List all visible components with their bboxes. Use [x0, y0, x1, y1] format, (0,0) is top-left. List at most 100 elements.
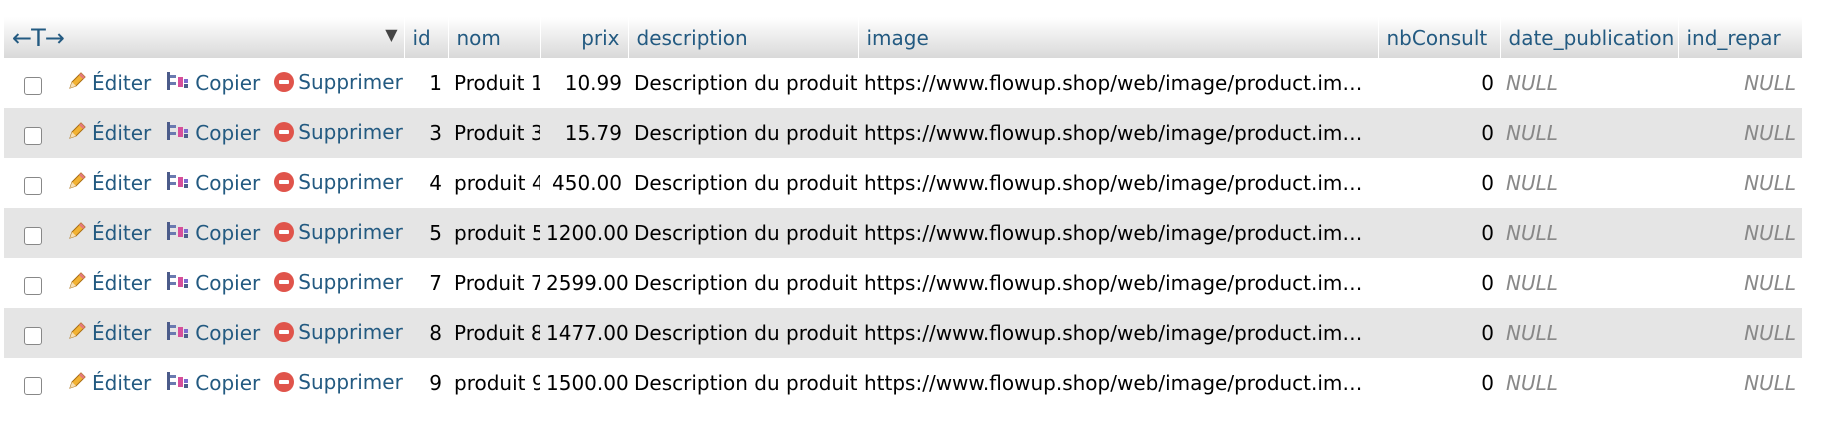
column-resize-arrows-icon[interactable]: ←T→	[12, 24, 65, 52]
cell-description[interactable]: Description du produit 9	[628, 358, 858, 408]
cell-id[interactable]: 8	[404, 308, 448, 358]
delete-link[interactable]: Supprimer	[274, 370, 403, 394]
delete-link[interactable]: Supprimer	[274, 220, 403, 244]
cell-nom[interactable]: Produit 7	[448, 258, 540, 308]
delete-link[interactable]: Supprimer	[274, 320, 403, 344]
cell-image[interactable]: https://www.flowup.shop/web/image/produc…	[858, 258, 1378, 308]
edit-link[interactable]: Éditer	[66, 270, 151, 297]
cell-description[interactable]: Description du produit 3	[628, 108, 858, 158]
column-header-nbconsult[interactable]: nbConsult	[1378, 17, 1501, 58]
copy-link[interactable]: Copier	[165, 270, 260, 297]
cell-ind-repar[interactable]: NULL	[1678, 158, 1802, 208]
column-header-ind-repar[interactable]: ind_repar	[1678, 17, 1803, 58]
cell-date-publication[interactable]: NULL	[1500, 108, 1678, 158]
column-toggle-header[interactable]: ←T→ ▼	[4, 17, 405, 58]
cell-nom[interactable]: Produit 3	[448, 108, 540, 158]
cell-description[interactable]: Description du produit 7	[628, 258, 858, 308]
cell-image[interactable]: https://www.flowup.shop/web/image/produc…	[858, 158, 1378, 208]
row-checkbox[interactable]	[24, 127, 42, 145]
cell-nbconsult[interactable]: 0	[1378, 108, 1500, 158]
table-row[interactable]: Éditer Copier Supprimer 8 Produit 8 1477.00 De…	[4, 308, 1802, 358]
table-row[interactable]: Éditer Copier Supprimer 4 produit 4 450.00 Des…	[4, 158, 1802, 208]
edit-link[interactable]: Éditer	[66, 70, 151, 97]
edit-link[interactable]: Éditer	[66, 320, 151, 347]
cell-id[interactable]: 3	[404, 108, 448, 158]
cell-nom[interactable]: produit 4	[448, 158, 540, 208]
copy-link[interactable]: Copier	[165, 370, 260, 397]
row-checkbox[interactable]	[24, 177, 42, 195]
cell-nbconsult[interactable]: 0	[1378, 358, 1500, 408]
column-header-prix[interactable]: prix	[540, 17, 629, 58]
delete-link[interactable]: Supprimer	[274, 170, 403, 194]
table-row[interactable]: Éditer Copier Supprimer 5 produit 5 1200.00 De…	[4, 208, 1802, 258]
table-row[interactable]: Éditer Copier Supprimer 9 produit 9 1500.00 De…	[4, 358, 1802, 408]
cell-description[interactable]: Description du produit 4	[628, 158, 858, 208]
row-checkbox[interactable]	[24, 327, 42, 345]
cell-id[interactable]: 9	[404, 358, 448, 408]
column-header-description[interactable]: description	[628, 17, 859, 58]
cell-nbconsult[interactable]: 0	[1378, 208, 1500, 258]
cell-ind-repar[interactable]: NULL	[1678, 358, 1802, 408]
cell-id[interactable]: 1	[404, 58, 448, 108]
row-checkbox[interactable]	[24, 277, 42, 295]
cell-ind-repar[interactable]: NULL	[1678, 58, 1802, 108]
cell-ind-repar[interactable]: NULL	[1678, 308, 1802, 358]
cell-id[interactable]: 7	[404, 258, 448, 308]
cell-image[interactable]: https://www.flowup.shop/web/image/produc…	[858, 58, 1378, 108]
cell-prix[interactable]: 450.00	[540, 158, 628, 208]
copy-link[interactable]: Copier	[165, 170, 260, 197]
column-header-id[interactable]: id	[404, 17, 449, 58]
cell-date-publication[interactable]: NULL	[1500, 158, 1678, 208]
sort-dropdown-icon[interactable]: ▼	[385, 25, 397, 44]
delete-link[interactable]: Supprimer	[274, 70, 403, 94]
cell-prix[interactable]: 15.79	[540, 108, 628, 158]
table-row[interactable]: Éditer Copier Supprimer 3 Produit 3 15.79 Desc…	[4, 108, 1802, 158]
column-header-date-publication[interactable]: date_publication	[1500, 17, 1679, 58]
delete-link[interactable]: Supprimer	[274, 270, 403, 294]
cell-prix[interactable]: 1200.00	[540, 208, 628, 258]
copy-link[interactable]: Copier	[165, 320, 260, 347]
edit-link[interactable]: Éditer	[66, 120, 151, 147]
cell-date-publication[interactable]: NULL	[1500, 358, 1678, 408]
copy-link[interactable]: Copier	[165, 120, 260, 147]
cell-image[interactable]: https://www.flowup.shop/web/image/produc…	[858, 308, 1378, 358]
copy-link[interactable]: Copier	[165, 70, 260, 97]
cell-nbconsult[interactable]: 0	[1378, 258, 1500, 308]
cell-ind-repar[interactable]: NULL	[1678, 208, 1802, 258]
edit-link[interactable]: Éditer	[66, 370, 151, 397]
column-header-nom[interactable]: nom	[448, 17, 541, 58]
cell-nbconsult[interactable]: 0	[1378, 58, 1500, 108]
delete-link[interactable]: Supprimer	[274, 120, 403, 144]
cell-date-publication[interactable]: NULL	[1500, 258, 1678, 308]
row-checkbox[interactable]	[24, 377, 42, 395]
column-header-image[interactable]: image	[858, 17, 1379, 58]
cell-id[interactable]: 5	[404, 208, 448, 258]
cell-prix[interactable]: 1500.00	[540, 358, 628, 408]
cell-nbconsult[interactable]: 0	[1378, 308, 1500, 358]
cell-date-publication[interactable]: NULL	[1500, 208, 1678, 258]
cell-image[interactable]: https://www.flowup.shop/web/image/produc…	[858, 208, 1378, 258]
cell-description[interactable]: Description du produit 5	[628, 208, 858, 258]
cell-image[interactable]: https://www.flowup.shop/web/image/produc…	[858, 358, 1378, 408]
cell-nom[interactable]: produit 9	[448, 358, 540, 408]
row-checkbox[interactable]	[24, 77, 42, 95]
copy-link[interactable]: Copier	[165, 220, 260, 247]
cell-id[interactable]: 4	[404, 158, 448, 208]
cell-prix[interactable]: 10.99	[540, 58, 628, 108]
row-checkbox[interactable]	[24, 227, 42, 245]
cell-prix[interactable]: 2599.00	[540, 258, 628, 308]
table-row[interactable]: Éditer Copier Supprimer 7 Produit 7 2599.00 De…	[4, 258, 1802, 308]
cell-description[interactable]: Description du produit 8	[628, 308, 858, 358]
cell-image[interactable]: https://www.flowup.shop/web/image/produc…	[858, 108, 1378, 158]
cell-description[interactable]: Description du produit 1	[628, 58, 858, 108]
cell-prix[interactable]: 1477.00	[540, 308, 628, 358]
cell-nom[interactable]: produit 5	[448, 208, 540, 258]
cell-ind-repar[interactable]: NULL	[1678, 258, 1802, 308]
cell-ind-repar[interactable]: NULL	[1678, 108, 1802, 158]
cell-nom[interactable]: Produit 8	[448, 308, 540, 358]
cell-nom[interactable]: Produit 1	[448, 58, 540, 108]
edit-link[interactable]: Éditer	[66, 170, 151, 197]
cell-date-publication[interactable]: NULL	[1500, 58, 1678, 108]
edit-link[interactable]: Éditer	[66, 220, 151, 247]
cell-nbconsult[interactable]: 0	[1378, 158, 1500, 208]
